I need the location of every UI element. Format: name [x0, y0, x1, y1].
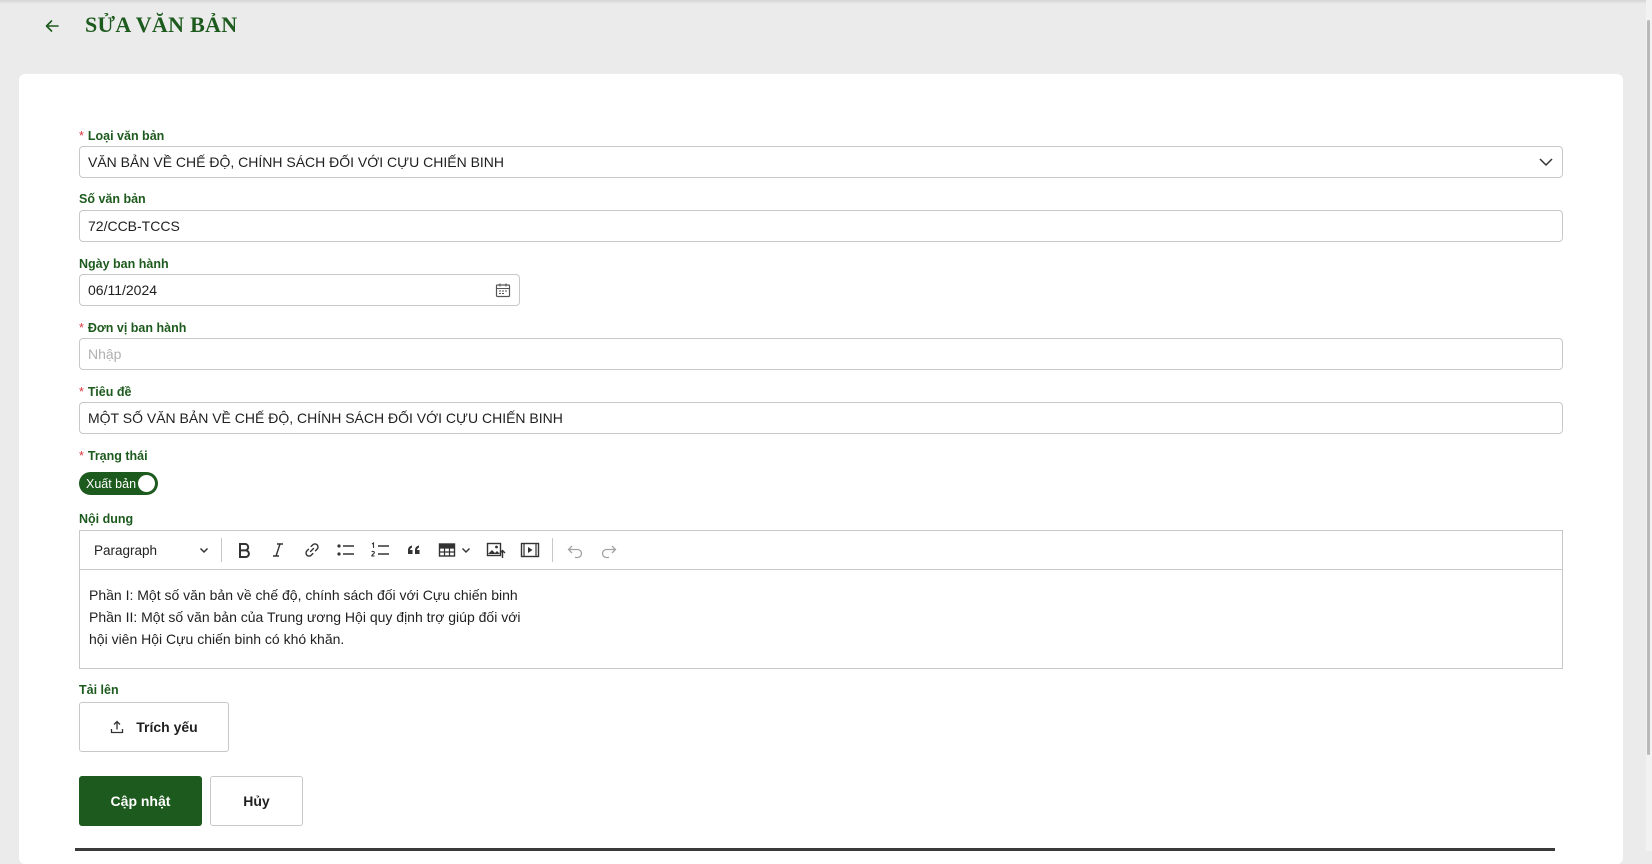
- undo-icon: [567, 545, 583, 559]
- toggle-knob: [138, 475, 155, 492]
- required-mark: *: [79, 321, 84, 335]
- toolbar-separator: [552, 538, 553, 562]
- back-button[interactable]: [40, 14, 64, 38]
- editor-toolbar: Paragraph: [80, 531, 1562, 570]
- undo-button[interactable]: [560, 535, 590, 565]
- doc-type-value: VĂN BẢN VỀ CHẾ ĐỘ, CHÍNH SÁCH ĐỐI VỚI CỰ…: [88, 154, 505, 170]
- link-icon: [305, 543, 319, 557]
- calendar-icon: [495, 283, 511, 298]
- issuer-placeholder: Nhập: [88, 346, 122, 362]
- issuer-label: * Đơn vị ban hành: [79, 321, 187, 335]
- toolbar-separator: [221, 538, 222, 562]
- issue-date-label: Ngày ban hành: [79, 257, 169, 271]
- bulleted-list-icon: [337, 544, 354, 556]
- title-input[interactable]: MỘT SỐ VĂN BẢN VỀ CHẾ ĐỘ, CHÍNH SÁCH ĐỐI…: [79, 402, 1563, 434]
- page-title: SỬA VĂN BẢN: [85, 12, 238, 37]
- doc-number-input[interactable]: 72/CCB-TCCS: [79, 210, 1563, 242]
- content-line: Phần I: Một số văn bản về chế độ, chính …: [89, 587, 518, 603]
- form-card: [19, 74, 1623, 864]
- numbered-list-button[interactable]: [365, 535, 395, 565]
- bulleted-list-button[interactable]: [331, 535, 361, 565]
- title-value: MỘT SỐ VĂN BẢN VỀ CHẾ ĐỘ, CHÍNH SÁCH ĐỐI…: [88, 410, 563, 426]
- required-mark: *: [79, 385, 84, 399]
- paragraph-select[interactable]: Paragraph: [88, 536, 216, 564]
- doc-number-value: 72/CCB-TCCS: [88, 218, 180, 234]
- issue-date-value: 06/11/2024: [88, 282, 158, 298]
- upload-icon: [111, 720, 124, 734]
- status-label: * Trạng thái: [79, 449, 148, 463]
- italic-button[interactable]: [263, 535, 293, 565]
- content-label: Nội dung: [79, 512, 134, 526]
- italic-icon: [273, 543, 283, 557]
- arrow-left-icon: [45, 20, 59, 32]
- paragraph-select-label: Paragraph: [94, 542, 158, 558]
- upload-button[interactable]: Trích yếu: [79, 702, 229, 752]
- doc-type-label: * Loại văn bản: [79, 129, 165, 143]
- chevron-down-icon: [462, 548, 470, 553]
- cancel-button[interactable]: Hủy: [210, 776, 303, 826]
- link-button[interactable]: [297, 535, 327, 565]
- doc-number-label: Số văn bản: [79, 192, 146, 206]
- page-header: SỬA VĂN BẢN: [0, 0, 1640, 52]
- required-mark: *: [79, 449, 84, 463]
- chevron-down-icon: [1539, 158, 1553, 166]
- media-embed-button[interactable]: [515, 535, 545, 565]
- upload-button-label: Trích yếu: [136, 719, 198, 735]
- media-embed-icon: [520, 542, 540, 558]
- upload-label: Tải lên: [79, 683, 119, 697]
- content-line: Phần II: Một số văn bản của Trung ương H…: [89, 609, 521, 625]
- redo-icon: [601, 545, 617, 559]
- status-toggle[interactable]: Xuất bản: [79, 472, 158, 495]
- bold-icon: [239, 543, 250, 558]
- required-mark: *: [79, 129, 84, 143]
- numbered-list-icon: [371, 541, 389, 557]
- content-line: hội viên Hội Cựu chiến binh có khó khăn.: [89, 631, 345, 647]
- insert-table-button[interactable]: [433, 535, 477, 565]
- rich-text-editor: Paragraph Phần I: Một số văn bản về chế …: [79, 530, 1563, 669]
- title-label: * Tiêu đề: [79, 385, 132, 399]
- insert-image-button[interactable]: [481, 535, 511, 565]
- redo-button[interactable]: [594, 535, 624, 565]
- blockquote-icon: [408, 545, 420, 554]
- chevron-down-icon: [199, 547, 209, 554]
- update-button[interactable]: Cập nhật: [79, 776, 202, 826]
- editor-content[interactable]: Phần I: Một số văn bản về chế độ, chính …: [80, 570, 1562, 664]
- image-upload-icon: [486, 542, 506, 558]
- issuer-input[interactable]: Nhập: [79, 338, 1563, 370]
- doc-type-select[interactable]: VĂN BẢN VỀ CHẾ ĐỘ, CHÍNH SÁCH ĐỐI VỚI CỰ…: [79, 146, 1563, 178]
- status-toggle-label: Xuất bản: [86, 476, 137, 491]
- scrollbar-thumb[interactable]: [1647, 20, 1650, 755]
- table-icon: [438, 543, 456, 557]
- blockquote-button[interactable]: [399, 535, 429, 565]
- issue-date-picker[interactable]: 06/11/2024: [79, 274, 520, 306]
- bold-button[interactable]: [229, 535, 259, 565]
